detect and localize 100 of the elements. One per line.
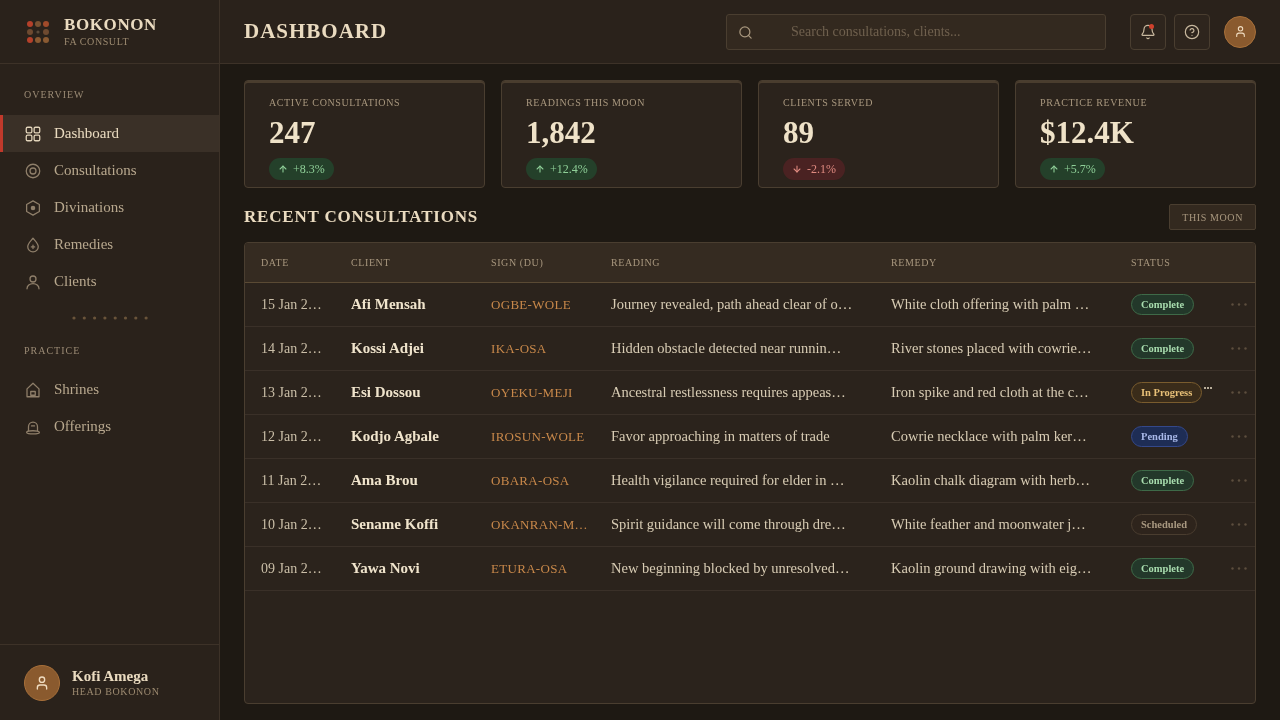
search-field[interactable]: Search consultations, clients... (726, 13, 1106, 50)
date-text: 15 Jan 2… (261, 296, 322, 313)
date-text: 09 Jan 2… (261, 560, 322, 577)
column-header: STATUS (1131, 257, 1171, 268)
more-icon (1231, 303, 1247, 306)
remedy-text: Kaolin chalk diagram with herb… (891, 472, 1090, 489)
client-name: Yawa Novi (351, 560, 420, 577)
stat-value: 1,842 (526, 115, 596, 151)
client-name: Afi Mensah (351, 296, 426, 313)
status-badge: Pending (1131, 426, 1188, 447)
page-title: DASHBOARD (244, 19, 388, 44)
change-badge: -2.1% (783, 158, 845, 180)
status-badge: Complete (1131, 294, 1195, 315)
user-icon (1233, 25, 1247, 38)
stat-value: $12.4K (1040, 115, 1134, 151)
remedy-text: White cloth offering with palm … (891, 296, 1090, 313)
dot-grid-logo-icon (27, 20, 49, 43)
column-header: CLIENT (351, 257, 391, 268)
date-text: 14 Jan 2… (261, 340, 322, 357)
status-badge: Scheduled (1131, 514, 1198, 535)
nav-item[interactable]: Divinations (0, 189, 219, 226)
more-icon (1231, 567, 1247, 570)
client-name: Ama Brou (351, 472, 418, 489)
more-icon (1231, 523, 1247, 526)
client-name: Sename Koffi (351, 516, 439, 533)
grid-icon (24, 124, 42, 143)
stat-label: CLIENTS SERVED (783, 96, 874, 110)
help-button[interactable] (1174, 13, 1210, 50)
section-title: RECENT CONSULTATIONS (244, 207, 479, 227)
client-name: Esi Dossou (351, 384, 421, 401)
change-badge: +12.4% (526, 158, 597, 180)
reading-text: Health vigilance required for elder in … (611, 472, 845, 489)
remedy-text: Cowrie necklace with palm ker… (891, 428, 1087, 445)
reading-text: Favor approaching in matters of trade (611, 428, 830, 445)
drop-icon (24, 235, 42, 254)
notifications-button[interactable] (1130, 13, 1166, 50)
status-badge: Complete (1131, 338, 1195, 359)
profile-avatar-button[interactable] (1224, 15, 1256, 48)
stat-label: PRACTICE REVENUE (1040, 96, 1148, 110)
sign-name: ETURA-OSA (491, 560, 568, 577)
section-label: PRACTICE (23, 344, 82, 358)
reading-text: Journey revealed, path ahead clear of o… (611, 296, 853, 313)
column-header: DATE (261, 257, 289, 268)
status-badge: Complete (1131, 558, 1195, 579)
date-text: 11 Jan 2… (261, 472, 322, 489)
status-badge: Complete (1131, 470, 1195, 491)
sign-name: OYEKU-MEJI (491, 384, 573, 401)
reading-text: Hidden obstacle detected near runnin… (611, 340, 842, 357)
client-name: Kodjo Agbale (351, 428, 439, 445)
date-text: 13 Jan 2… (261, 384, 322, 401)
change-badge: +8.3% (269, 158, 334, 180)
section-label: OVERVIEW (23, 88, 86, 102)
help-icon (1184, 23, 1200, 40)
nav-item[interactable]: Remedies (0, 226, 219, 263)
status-badge: In Progress (1131, 382, 1203, 403)
arrow-up-icon (1049, 164, 1059, 174)
sign-name: IKA-OSA (491, 340, 547, 357)
nav-item[interactable]: Offerings (0, 408, 219, 445)
user-icon (34, 674, 50, 691)
remedy-text: Kaolin ground drawing with eig… (891, 560, 1092, 577)
more-icon (1231, 391, 1247, 394)
search-icon (738, 24, 753, 40)
period-filter-button[interactable]: THIS MOON (1169, 204, 1256, 230)
remedy-text: River stones placed with cowrie… (891, 340, 1092, 357)
stat-value: 247 (269, 115, 316, 151)
reading-text: Ancestral restlessness requires appeas… (611, 384, 846, 401)
hexagon-icon (24, 198, 42, 217)
sign-name: OBARA-OSA (491, 472, 570, 489)
reading-text: New beginning blocked by unresolved… (611, 560, 850, 577)
arrow-up-icon (278, 164, 288, 174)
remedy-text: Iron spike and red cloth at the c… (891, 384, 1089, 401)
nav-item[interactable]: Clients (0, 263, 219, 300)
user-role: HEAD BOKONON (72, 684, 160, 699)
brand-tagline: FA CONSULT (64, 35, 131, 48)
client-name: Kossi Adjei (351, 340, 424, 357)
user-name: Kofi Amega (72, 666, 150, 685)
brand-name: BOKONON (64, 15, 157, 35)
date-text: 12 Jan 2… (261, 428, 322, 445)
sign-name: IROSUN-WOLE (491, 428, 585, 445)
ring-icon (24, 161, 42, 180)
reading-text: Spirit guidance will come through dre… (611, 516, 846, 533)
remedy-text: White feather and moonwater j… (891, 516, 1086, 533)
stat-label: READINGS THIS MOON (526, 96, 645, 110)
sign-name: OKANRAN-M… (491, 516, 588, 533)
change-badge: +5.7% (1040, 158, 1105, 180)
sign-name: OGBE-WOLE (491, 296, 571, 313)
column-header: SIGN (DU) (491, 257, 544, 268)
more-icon (1231, 479, 1247, 482)
nav-item[interactable]: Dashboard (0, 115, 219, 152)
nav-item[interactable]: Shrines (0, 371, 219, 408)
more-icon (1231, 435, 1247, 438)
house-icon (24, 380, 42, 399)
nav-item[interactable]: Consultations (0, 152, 219, 189)
column-header: REMEDY (891, 257, 937, 268)
bell-icon (1140, 23, 1156, 40)
column-header: READING (611, 257, 661, 268)
date-text: 10 Jan 2… (261, 516, 322, 533)
arrow-down-icon (792, 164, 802, 174)
more-icon (1231, 347, 1247, 350)
stat-label: ACTIVE CONSULTATIONS (269, 96, 401, 110)
